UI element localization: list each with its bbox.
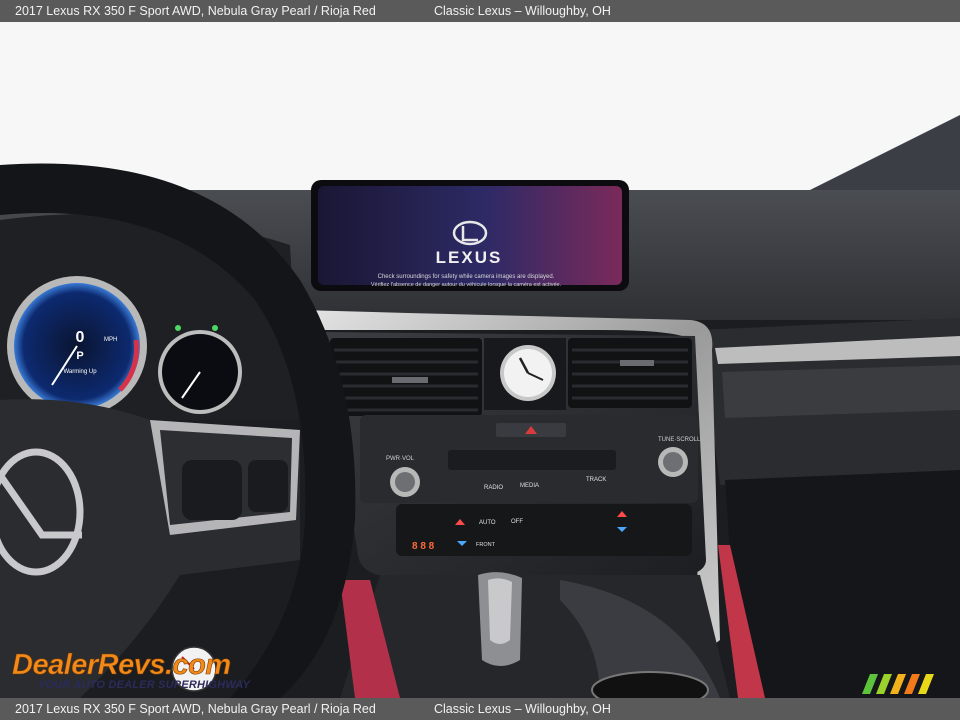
front-defrost-button[interactable]: FRONT <box>476 542 496 548</box>
caption-bar-top: 2017 Lexus RX 350 F Sport AWD, Nebula Gr… <box>0 0 960 22</box>
media-button[interactable]: MEDIA <box>520 483 539 489</box>
gear-indicator: P <box>76 350 83 362</box>
dealerrevs-tagline: YOUR AUTO DEALER SUPERHIGHWAY <box>38 679 251 691</box>
left-air-vent[interactable] <box>330 338 482 416</box>
steering-phone-controls[interactable] <box>248 460 288 512</box>
speed-readout: 0 <box>76 329 85 346</box>
climate-control-panel[interactable]: 8 8 8 AUTO OFF FRONT <box>396 504 692 556</box>
stripes-logo-icon <box>862 674 934 694</box>
climate-off-button[interactable]: OFF <box>511 519 523 525</box>
caption-bar-bottom: 2017 Lexus RX 350 F Sport AWD, Nebula Gr… <box>0 698 960 720</box>
infotainment-screen[interactable]: LEXUS Check surroundings for safety whil… <box>311 180 629 291</box>
analog-clock <box>484 338 566 410</box>
right-air-vent[interactable] <box>568 338 692 408</box>
engine-status: Warming Up <box>63 369 97 375</box>
screen-notice-fr: Vérifiez l'absence de danger autour du v… <box>371 282 562 288</box>
pwr-vol-label: PWR·VOL <box>386 456 415 462</box>
screen-notice-en: Check surroundings for safety while came… <box>378 274 555 280</box>
dashboard-photo: LEXUS Check surroundings for safety whil… <box>0 22 960 698</box>
tune-scroll-label: TUNE·SCROLL <box>658 437 701 443</box>
caption-car-bottom: 2017 Lexus RX 350 F Sport AWD, Nebula Gr… <box>15 702 376 716</box>
steering-dpad-control[interactable] <box>182 460 242 520</box>
caption-dealer: Classic Lexus – Willoughby, OH <box>434 4 611 18</box>
speedometer: 0 MPH P Warming Up <box>7 276 147 416</box>
speed-unit: MPH <box>104 337 117 343</box>
caption-car: 2017 Lexus RX 350 F Sport AWD, Nebula Gr… <box>15 4 376 18</box>
climate-auto-button[interactable]: AUTO <box>479 520 496 526</box>
radio-button[interactable]: RADIO <box>484 485 503 491</box>
gear-shifter[interactable] <box>478 572 522 666</box>
caption-dealer-bottom: Classic Lexus – Willoughby, OH <box>434 702 611 716</box>
driver-temp-display: 8 8 8 <box>412 541 435 552</box>
screen-brand: LEXUS <box>436 248 503 267</box>
audio-control-panel[interactable]: PWR·VOL TUNE·SCROLL RADIO MEDIA TRACK <box>360 415 701 503</box>
dealerrevs-logo-text: DealerRevs.com <box>12 649 231 681</box>
track-button[interactable]: TRACK <box>586 477 606 483</box>
